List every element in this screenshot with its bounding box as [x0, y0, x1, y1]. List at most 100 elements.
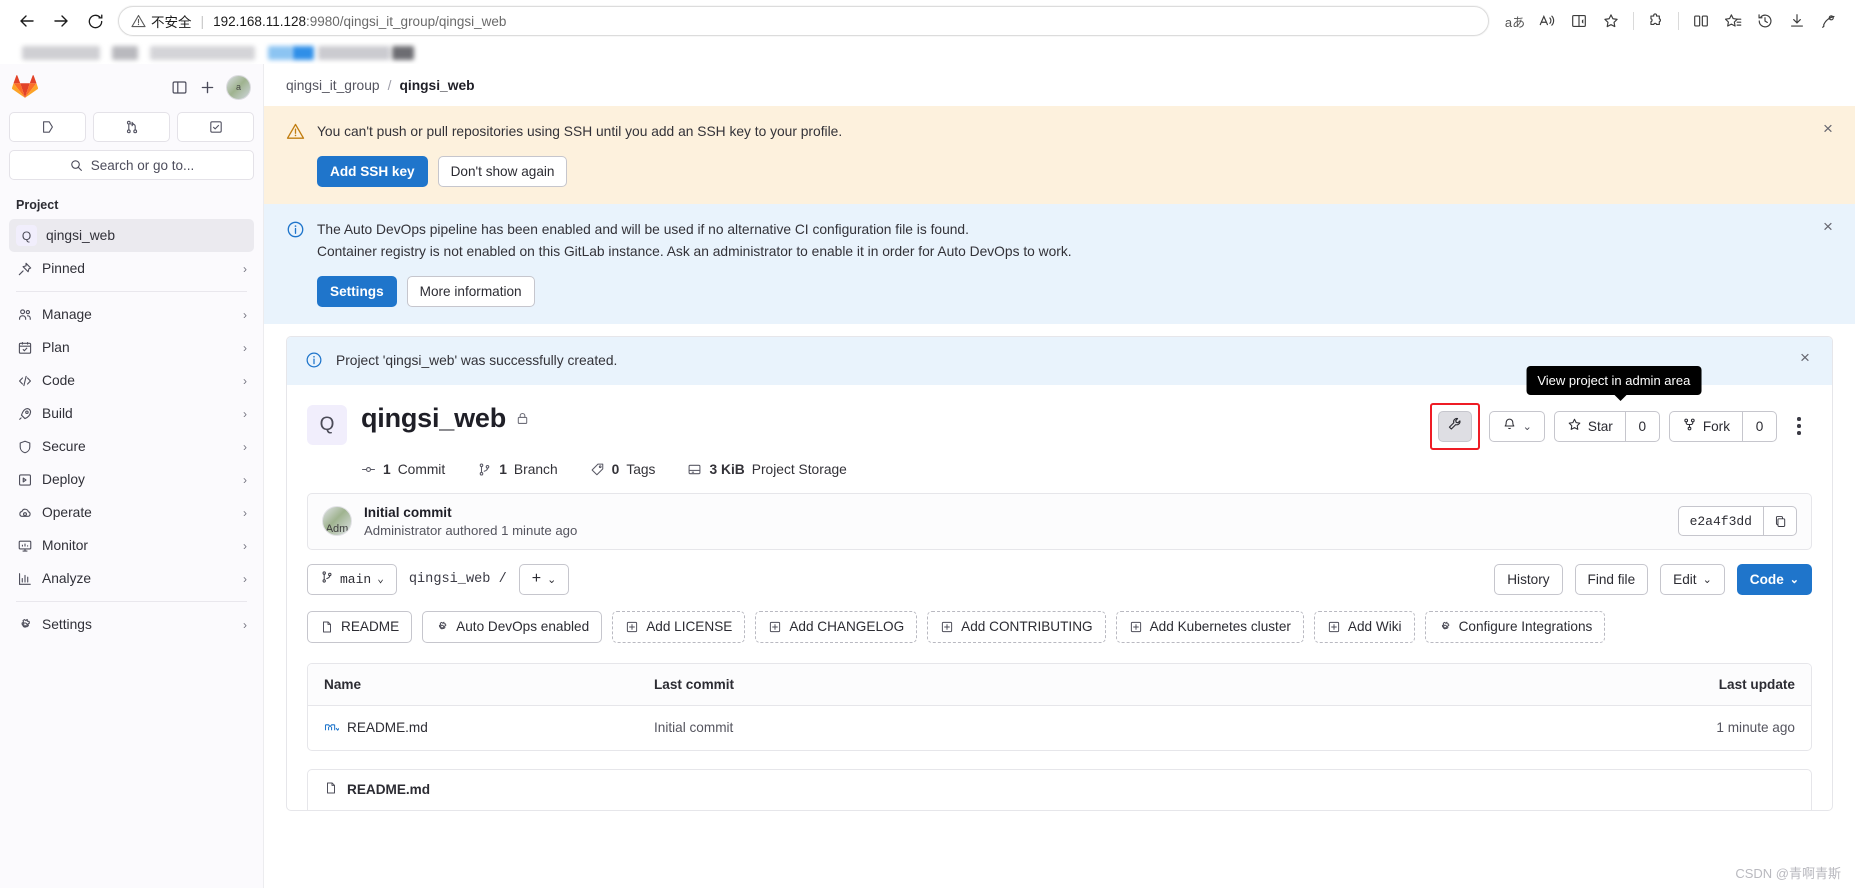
copy-icon[interactable] [1763, 506, 1797, 536]
address-bar[interactable]: 不安全 | 192.168.11.128:9980/qingsi_it_grou… [118, 6, 1489, 36]
close-icon[interactable]: × [1819, 120, 1837, 138]
sidebar-item-monitor[interactable]: Monitor › [9, 529, 254, 562]
add-kubernetes-cluster-button[interactable]: Add Kubernetes cluster [1115, 610, 1304, 643]
add-contributing-button[interactable]: Add CONTRIBUTING [927, 610, 1106, 643]
branch-selector[interactable]: main ⌄ [307, 563, 397, 595]
chevron-right-icon: › [243, 439, 247, 454]
readme-button[interactable]: README [307, 610, 413, 643]
breadcrumb: qingsi_it_group / qingsi_web [264, 64, 1855, 106]
close-icon[interactable]: × [1819, 218, 1837, 236]
gear-icon [16, 616, 33, 633]
search-input[interactable]: Search or go to... [9, 150, 254, 180]
favorite-star-icon[interactable] [1595, 5, 1627, 37]
sidebar-item-manage[interactable]: Manage › [9, 298, 254, 331]
plus-icon: + [531, 570, 542, 587]
star-button[interactable]: Star [1553, 410, 1625, 442]
add-to-repo-button[interactable]: + ⌄ [518, 563, 570, 595]
immersive-reader-icon[interactable] [1563, 5, 1595, 37]
sidebar-item-build[interactable]: Build › [9, 397, 254, 430]
history-icon[interactable] [1749, 5, 1781, 37]
add-ssh-key-button[interactable]: Add SSH key [317, 156, 428, 188]
forward-button[interactable] [44, 4, 78, 38]
stat-storage[interactable]: 3 KiB Project Storage [687, 461, 847, 477]
file-name[interactable]: README.md [347, 720, 428, 735]
project-avatar: Q [307, 404, 347, 445]
reload-button[interactable] [78, 4, 112, 38]
issues-icon[interactable] [9, 112, 86, 142]
sidebar-item-qingsi-web[interactable]: Q qingsi_web [9, 219, 254, 252]
deploy-icon [16, 471, 33, 488]
table-row[interactable]: README.md Initial commit 1 minute ago [308, 706, 1811, 750]
sidebar-nav: Project Q qingsi_web Pinned › Manage › P… [9, 194, 254, 641]
collections-icon[interactable] [1717, 5, 1749, 37]
sidebar-item-pinned[interactable]: Pinned › [9, 252, 254, 285]
browser-essentials-icon[interactable] [1813, 5, 1845, 37]
find-file-button[interactable]: Find file [1574, 563, 1649, 595]
stat-storage-value: 3 KiB [709, 461, 745, 477]
toggle-sidebar-icon[interactable] [165, 73, 193, 101]
gear-icon [435, 620, 449, 634]
extensions-icon[interactable] [1640, 5, 1672, 37]
edit-button[interactable]: Edit ⌄ [1660, 563, 1725, 595]
file-last-commit[interactable]: Initial commit [654, 720, 1625, 735]
sidebar-item-plan[interactable]: Plan › [9, 331, 254, 364]
avatar[interactable]: a [226, 74, 251, 100]
commit-sha[interactable]: e2a4f3dd [1677, 506, 1763, 536]
notifications-button[interactable]: ⌄ [1488, 410, 1545, 442]
toolbar-divider-2 [1678, 12, 1679, 30]
blurred-bookmark [22, 46, 100, 60]
stat-commits[interactable]: 1 Commit [361, 462, 445, 477]
breadcrumb-group[interactable]: qingsi_it_group [286, 78, 380, 93]
star-count[interactable]: 0 [1624, 410, 1660, 442]
commit-author-avatar[interactable]: Adm [322, 506, 352, 536]
view-in-admin-area-button[interactable] [1437, 410, 1472, 442]
auto-devops-button[interactable]: Auto DevOps enabled [422, 610, 603, 643]
configure-integrations-button[interactable]: Configure Integrations [1424, 610, 1606, 643]
stat-branches[interactable]: 1 Branch [477, 462, 558, 477]
sidebar-item-label: Secure [42, 439, 86, 454]
fork-count[interactable]: 0 [1742, 410, 1777, 442]
read-aloud-japanese-icon[interactable]: aあ [1499, 5, 1531, 37]
code-label: Code [1749, 571, 1784, 587]
stat-tags[interactable]: 0 Tags [590, 462, 655, 477]
sidebar-item-secure[interactable]: Secure › [9, 430, 254, 463]
sidebar-item-code[interactable]: Code › [9, 364, 254, 397]
back-button[interactable] [10, 4, 44, 38]
sidebar-item-analyze[interactable]: Analyze › [9, 562, 254, 595]
commit-title[interactable]: Initial commit [364, 505, 1678, 520]
sidebar-item-settings[interactable]: Settings › [9, 608, 254, 641]
code-button[interactable]: Code ⌄ [1736, 563, 1812, 595]
dont-show-again-button[interactable]: Don't show again [437, 156, 568, 188]
chevron-right-icon: › [243, 538, 247, 553]
sidebar-item-label: Code [42, 373, 75, 388]
add-license-button[interactable]: Add LICENSE [612, 610, 746, 643]
todos-icon[interactable] [177, 112, 254, 142]
create-new-icon[interactable] [193, 73, 221, 101]
merge-requests-icon[interactable] [93, 112, 170, 142]
sidebar-item-deploy[interactable]: Deploy › [9, 463, 254, 496]
ssh-alert-body: You can't push or pull repositories usin… [317, 121, 1835, 188]
kebab-menu-icon[interactable] [1786, 412, 1812, 440]
read-aloud-icon[interactable] [1531, 5, 1563, 37]
close-icon[interactable]: × [1796, 349, 1814, 367]
file-toolbar: main ⌄ qingsi_web / + ⌄ History Find fil… [287, 550, 1832, 595]
sidebar-item-operate[interactable]: Operate › [9, 496, 254, 529]
fork-button[interactable]: Fork [1668, 410, 1742, 442]
quick-action-label: Add LICENSE [646, 619, 733, 634]
gitlab-logo-icon[interactable] [11, 74, 39, 100]
breadcrumb-current[interactable]: qingsi_web [399, 78, 474, 93]
add-wiki-button[interactable]: Add Wiki [1313, 610, 1415, 643]
chevron-down-icon: ⌄ [1522, 420, 1532, 433]
column-last-update: Last update [1718, 676, 1795, 692]
split-screen-icon[interactable] [1685, 5, 1717, 37]
more-information-button[interactable]: More information [406, 276, 535, 308]
history-button[interactable]: History [1494, 563, 1563, 595]
quick-action-label: Configure Integrations [1458, 619, 1593, 634]
downloads-icon[interactable] [1781, 5, 1813, 37]
calendar-icon [16, 339, 33, 356]
plus-box-icon [1327, 620, 1341, 634]
sidebar-item-label: Manage [42, 307, 92, 322]
add-changelog-button[interactable]: Add CHANGELOG [755, 610, 918, 643]
toolbar-divider [1633, 12, 1634, 30]
settings-button[interactable]: Settings [317, 276, 397, 308]
